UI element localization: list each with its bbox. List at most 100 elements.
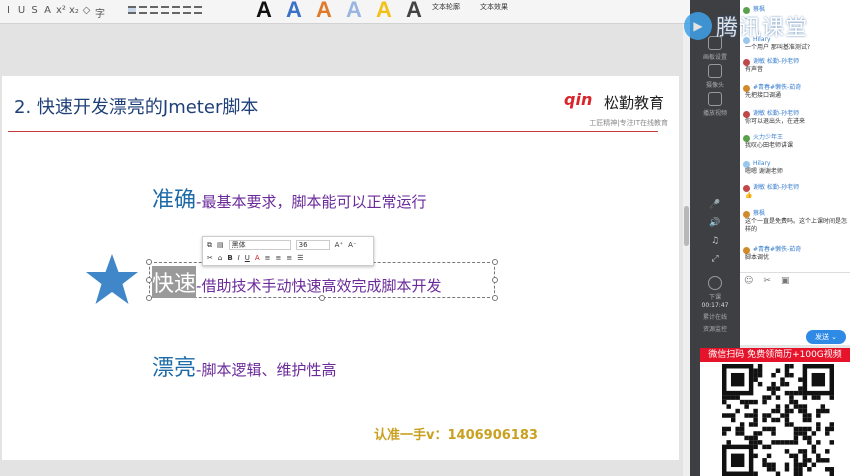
- text-outline-menu[interactable]: 文本轮廓: [432, 2, 460, 12]
- text-style-sample[interactable]: A: [256, 0, 274, 23]
- paste-icon[interactable]: ▤: [217, 241, 224, 249]
- align-center-icon[interactable]: [139, 6, 147, 14]
- chat-text: 👍: [745, 192, 753, 199]
- font-color-button[interactable]: A: [255, 254, 260, 262]
- avatar: [743, 160, 750, 168]
- align-right-icon[interactable]: ≡: [286, 254, 292, 262]
- line-spacing-icon[interactable]: [183, 6, 191, 14]
- item-fast[interactable]: 快速 - 借助技术手动快速高效完成脚本开发: [152, 266, 441, 298]
- slide-title[interactable]: 2. 快速开发漂亮的Jmeter脚本: [14, 93, 258, 119]
- resize-handle[interactable]: [492, 259, 498, 265]
- avatar: [743, 246, 750, 254]
- emoji-icon[interactable]: ☺: [744, 276, 753, 286]
- item-text: 最基本要求，脚本能可以正常运行: [201, 193, 427, 211]
- text-style-sample[interactable]: A: [376, 0, 394, 23]
- clear-format-button[interactable]: ◇: [82, 5, 91, 20]
- chat-sender[interactable]: 谢敏 松勤-孙老师: [743, 58, 847, 66]
- chat-sender[interactable]: #青春#懒佚-茹奇: [743, 246, 847, 254]
- shrink-font-button[interactable]: A⁻: [348, 241, 356, 249]
- play-video-button[interactable]: 播放视频: [698, 92, 732, 117]
- text-style-sample[interactable]: A: [406, 0, 424, 23]
- char-spacing-button[interactable]: 字: [95, 5, 105, 20]
- text-effect-menu[interactable]: 文本效果: [480, 2, 508, 12]
- text-style-sample[interactable]: A: [286, 0, 304, 23]
- cut-icon[interactable]: ✂: [207, 254, 213, 262]
- bold-button[interactable]: B: [227, 254, 232, 262]
- scrollbar-thumb[interactable]: [684, 206, 689, 246]
- chat-sender[interactable]: #青春#懒佚-茹奇: [743, 84, 847, 92]
- item-keyword-selected: 快速: [152, 266, 197, 298]
- align-center-icon[interactable]: ≡: [276, 254, 282, 262]
- italic-button[interactable]: I: [4, 5, 13, 20]
- chat-sender-name: 蔡枫: [753, 210, 766, 217]
- align-right-icon[interactable]: [150, 6, 158, 14]
- chat-sender[interactable]: 谢敏 松勤-孙老师: [743, 184, 847, 192]
- company-logo: qin 松勤教育 工匠精神|专注IT在线教育: [564, 90, 668, 130]
- promo-panel: 微信扫码 免费领简历+100G视频: [700, 348, 850, 476]
- justify-icon[interactable]: [161, 6, 169, 14]
- vertical-scrollbar[interactable]: [683, 24, 690, 476]
- chat-text: 我叹心田老师讲课: [745, 142, 794, 149]
- font-name-select[interactable]: 黑体: [228, 240, 291, 250]
- resize-handle[interactable]: [492, 277, 498, 283]
- text-effect-label: 文本效果: [480, 3, 508, 11]
- chat-text: 有声音: [745, 66, 764, 73]
- grow-font-button[interactable]: A⁺: [335, 241, 343, 249]
- end-class-button[interactable]: 下课: [698, 276, 732, 301]
- avatar: [743, 184, 750, 192]
- subscript-button[interactable]: x₂: [69, 5, 79, 20]
- item-accurate[interactable]: 准确 - 最基本要求，脚本能可以正常运行: [152, 182, 426, 214]
- avatar: [743, 58, 750, 66]
- speaker-button[interactable]: 🔊: [698, 218, 732, 228]
- screen: I U S A x² x₂ ◇ 字 A A A A A A 文本轮廓 文本效果 …: [0, 0, 850, 476]
- underline-button[interactable]: U: [17, 5, 26, 20]
- chat-sender[interactable]: Hilary: [743, 160, 847, 168]
- item-beautiful[interactable]: 漂亮 - 脚本逻辑、维护性高: [152, 350, 336, 382]
- camera-button[interactable]: 摄像头: [698, 64, 732, 89]
- music-button[interactable]: ♫: [698, 236, 732, 246]
- distribute-icon[interactable]: [172, 6, 180, 14]
- chat-sender[interactable]: 谢敏 松勤-孙老师: [743, 110, 847, 118]
- timer-label: 累计在线: [702, 314, 727, 321]
- item-text: 借助技术手动快速高效完成脚本开发: [201, 277, 442, 295]
- scissors-icon[interactable]: ✂: [763, 276, 771, 286]
- send-label: 发送: [814, 333, 829, 341]
- chat-sender[interactable]: 蔡枫: [743, 210, 847, 218]
- fullscreen-button[interactable]: ⤢: [698, 254, 732, 264]
- resource-monitor[interactable]: 资源监控: [698, 324, 732, 333]
- font-size-select[interactable]: 36: [295, 240, 330, 250]
- align-left-icon[interactable]: ≡: [265, 254, 271, 262]
- avatar: [743, 110, 750, 118]
- ribbon-toolbar: I U S A x² x₂ ◇ 字 A A A A A A 文本轮廓 文本效果: [0, 0, 690, 24]
- star-shape[interactable]: [84, 252, 140, 308]
- resize-handle[interactable]: [492, 295, 498, 301]
- slide[interactable]: 2. 快速开发漂亮的Jmeter脚本 qin 松勤教育 工匠精神|专注IT在线教…: [2, 76, 679, 460]
- bullet-list-icon[interactable]: [194, 6, 202, 14]
- underline-button[interactable]: U: [245, 254, 250, 262]
- end-class-label: 下课: [708, 294, 721, 301]
- text-outline-label: 文本轮廓: [432, 3, 460, 11]
- send-button[interactable]: 发送 ⌄: [806, 330, 846, 344]
- chat-message: 谢敏 松勤-孙老师 有声音: [743, 58, 847, 74]
- superscript-button[interactable]: x²: [56, 5, 66, 20]
- strip-label: 播放视频: [702, 110, 727, 117]
- italic-button[interactable]: I: [238, 254, 240, 262]
- chat-sender-name: 谢敏 松勤-孙老师: [753, 58, 800, 65]
- text-style-sample[interactable]: A: [346, 0, 364, 23]
- strikethrough-button[interactable]: S: [30, 5, 39, 20]
- format-painter-icon[interactable]: ⌂: [218, 254, 222, 262]
- font-color-button[interactable]: A: [43, 5, 52, 20]
- chat-text: 嗯嗯 谢谢老师: [745, 168, 783, 175]
- line-spacing-icon[interactable]: ☰: [297, 254, 303, 262]
- chat-sender[interactable]: 火力少年王: [743, 134, 847, 142]
- chat-sender-name: Hilary: [753, 160, 771, 167]
- chat-text: 这个一直是免费吗。这个上课时间是怎样的: [745, 218, 848, 233]
- image-icon[interactable]: ▣: [781, 276, 790, 286]
- text-style-sample[interactable]: A: [316, 0, 334, 23]
- mic-button[interactable]: 🎤: [698, 200, 732, 210]
- align-left-icon[interactable]: [128, 6, 136, 14]
- resize-handle[interactable]: [146, 259, 152, 265]
- copy-icon[interactable]: ⧉: [207, 241, 212, 250]
- play-icon: ▶: [684, 12, 712, 40]
- floating-mini-toolbar: ⧉ ▤ 黑体 36 A⁺ A⁻ ✂ ⌂ B I U A ≡ ≡ ≡ ☰: [202, 236, 374, 266]
